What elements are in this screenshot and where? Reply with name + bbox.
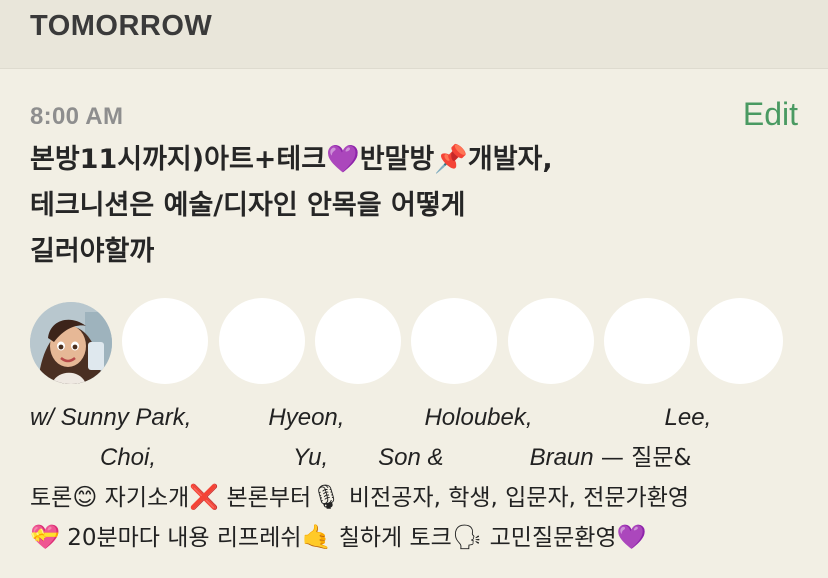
event-description: w/ Sunny Park, Hyeon, Holoubek, Lee, Choi, Y…: [30, 398, 820, 558]
cross-mark-icon: ❌: [189, 483, 220, 511]
avatar-2[interactable]: [122, 298, 208, 384]
event-time: 8:00 AM: [30, 103, 124, 130]
avatar-4[interactable]: [315, 298, 401, 384]
gift-heart-icon: 💝: [30, 523, 60, 551]
purple-heart-icon: 💜: [616, 523, 647, 551]
description-text: 20분마다 내용 리프레쉬: [59, 525, 302, 551]
description-text: 본론부터: [219, 485, 312, 511]
section-title: TOMORROW: [30, 10, 213, 42]
speaker-name: Holoubek,: [424, 404, 533, 431]
event-title[interactable]: 본방11시까지)아트+테크💜반말방📌개발자, 테크니션은 예술/디자인 안목을 …: [30, 137, 810, 275]
speaker-name: Lee,: [664, 404, 712, 431]
avatar-5[interactable]: [411, 298, 497, 384]
speaker-name: Braun: [529, 444, 594, 471]
smile-emoji-icon: 😊: [72, 483, 98, 511]
description-text: 토론: [30, 485, 73, 511]
speaker-name: Hyeon,: [268, 404, 345, 431]
event-title-line-3: 길러야할까: [30, 236, 155, 267]
event-title-line-1: 본방11시까지)아트+테크💜반말방📌개발자,: [30, 144, 553, 175]
section-header: TOMORROW: [0, 0, 828, 69]
microphone-icon: 🎙: [311, 483, 342, 511]
description-text: 비전공자, 학생, 입문자, 전문가환영: [341, 485, 690, 511]
speaker-name: Son &: [378, 444, 444, 471]
speaker-prefix: w/ Sunny Park,: [30, 404, 192, 431]
speaking-head-icon: 🗣: [451, 523, 483, 551]
description-text: 자기소개: [97, 485, 190, 511]
call-me-hand-icon: 🤙: [301, 523, 332, 551]
avatar-portrait-icon: [30, 302, 112, 384]
avatar-8[interactable]: [697, 298, 783, 384]
edit-button[interactable]: Edit: [743, 96, 798, 133]
speaker-line-2: Choi, Yu, Son & Braun — 질문&: [30, 438, 820, 478]
description-text: — 질문&: [593, 445, 692, 471]
avatar-7[interactable]: [604, 298, 690, 384]
description-line-3: 토론😊 자기소개❌ 본론부터🎙 비전공자, 학생, 입문자, 전문가환영: [30, 478, 820, 518]
avatar-3[interactable]: [219, 298, 305, 384]
description-text: 칠하게 토크: [331, 525, 452, 551]
event-title-line-2: 테크니션은 예술/디자인 안목을 어떻게: [30, 190, 466, 221]
avatar-6[interactable]: [508, 298, 594, 384]
speaker-name: Choi,: [100, 444, 157, 471]
avatar-photo[interactable]: [30, 302, 112, 384]
speaker-name: Yu,: [293, 444, 329, 471]
speaker-line-1: w/ Sunny Park, Hyeon, Holoubek, Lee,: [30, 398, 820, 438]
description-text: 고민질문환영: [482, 525, 617, 551]
description-line-4: 💝 20분마다 내용 리프레쉬🤙 칠하게 토크🗣 고민질문환영💜: [30, 518, 820, 558]
